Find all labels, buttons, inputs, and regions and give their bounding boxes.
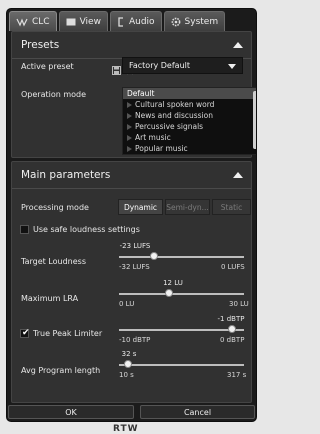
max-lra-min: 0 LU	[119, 300, 135, 308]
operation-mode-item[interactable]: Art music	[123, 132, 256, 143]
scrollbar[interactable]	[253, 91, 256, 149]
main-parameters-header[interactable]: Main parameters	[12, 162, 251, 189]
triangle-right-icon	[127, 123, 132, 130]
avg-program-max: 317 s	[227, 371, 247, 379]
brand-logo: RTW	[113, 424, 139, 434]
target-loudness-max: 0 LUFS	[221, 263, 245, 271]
safe-loudness-checkbox[interactable]	[20, 225, 29, 234]
avg-program-min: 10 s	[119, 371, 134, 379]
processing-mode-semi-dynamic[interactable]: Semi-dyn...	[165, 199, 210, 215]
tab-clc[interactable]: CLC	[9, 11, 57, 31]
processing-mode-static[interactable]: Static	[212, 199, 251, 215]
chevron-down-icon	[228, 64, 236, 69]
max-lra-label: Maximum LRA	[21, 294, 79, 303]
processing-mode-label: Processing mode	[21, 203, 89, 212]
true-peak-checkbox[interactable]: ✔	[20, 328, 30, 338]
operation-mode-item[interactable]: Cultural spoken word	[123, 99, 256, 110]
main-parameters-title: Main parameters	[21, 169, 111, 181]
audio-icon	[117, 16, 125, 27]
tab-system-label: System	[184, 16, 219, 27]
true-peak-label: True Peak Limiter	[33, 329, 103, 338]
operation-mode-item-label: Art music	[135, 133, 171, 142]
target-loudness-value: -23 LUFS	[119, 242, 151, 250]
operation-mode-item[interactable]: Percussive signals	[123, 121, 256, 132]
max-lra-max: 30 LU	[229, 300, 249, 308]
monitor-icon	[66, 18, 76, 26]
cancel-button[interactable]: Cancel	[140, 405, 255, 419]
triangle-right-icon	[127, 145, 132, 152]
operation-mode-item[interactable]: News and discussion	[123, 110, 256, 121]
avg-program-label: Avg Program length	[21, 366, 101, 375]
clc-icon	[16, 17, 28, 27]
operation-mode-item[interactable]: Popular music	[123, 143, 256, 154]
target-loudness-min: -32 LUFS	[119, 263, 150, 271]
operation-mode-item-label: Default	[127, 89, 155, 98]
max-lra-value: 12 LU	[163, 279, 183, 287]
operation-mode-label: Operation mode	[21, 90, 87, 99]
collapse-icon[interactable]	[233, 42, 243, 48]
active-preset-select[interactable]: Factory Default	[122, 57, 243, 74]
tab-clc-label: CLC	[32, 16, 50, 27]
operation-mode-item-label: Percussive signals	[135, 122, 204, 131]
triangle-right-icon	[127, 101, 132, 108]
operation-mode-item-label: News and discussion	[135, 111, 214, 120]
presets-title: Presets	[21, 39, 60, 51]
target-loudness-track[interactable]	[119, 256, 244, 258]
tab-view-label: View	[79, 16, 101, 27]
triangle-right-icon	[127, 112, 132, 119]
avg-program-track[interactable]	[119, 364, 244, 366]
operation-mode-list[interactable]: Default Cultural spoken word News and disc…	[122, 87, 256, 155]
checkmark-icon: ✔	[22, 328, 30, 338]
max-lra-track[interactable]	[119, 293, 244, 295]
processing-mode-dynamic[interactable]: Dynamic	[118, 199, 163, 215]
tab-system[interactable]: System	[163, 11, 226, 31]
gear-icon	[171, 17, 181, 27]
collapse-icon[interactable]	[233, 172, 243, 178]
ok-button[interactable]: OK	[8, 405, 134, 419]
tab-bar: CLC View Audio System	[9, 11, 226, 31]
avg-program-value: 32 s	[121, 350, 137, 358]
clc-settings-dialog: CLC View Audio System Presets Active pre	[6, 8, 257, 422]
operation-mode-item-label: Popular music	[135, 144, 188, 153]
active-preset-label: Active preset	[21, 62, 74, 71]
active-preset-value: Factory Default	[129, 61, 190, 70]
save-icon[interactable]	[112, 60, 121, 79]
max-lra-knob[interactable]	[165, 289, 173, 297]
true-peak-min: -10 dBTP	[119, 336, 151, 344]
safe-loudness-label: Use safe loudness settings	[33, 225, 140, 234]
operation-mode-item-label: Cultural spoken word	[135, 100, 215, 109]
avg-program-knob[interactable]	[123, 360, 132, 368]
true-peak-knob[interactable]	[227, 325, 236, 333]
true-peak-value: -1 dBTP	[217, 315, 245, 323]
tab-view[interactable]: View	[58, 11, 108, 31]
triangle-right-icon	[127, 134, 132, 141]
target-loudness-label: Target Loudness	[21, 257, 86, 266]
presets-header[interactable]: Presets	[12, 32, 251, 59]
operation-mode-item[interactable]: Default	[123, 88, 256, 99]
tab-audio[interactable]: Audio	[109, 11, 162, 31]
true-peak-max: 0 dBTP	[220, 336, 245, 344]
true-peak-track[interactable]	[119, 329, 244, 331]
tab-audio-label: Audio	[128, 16, 155, 27]
